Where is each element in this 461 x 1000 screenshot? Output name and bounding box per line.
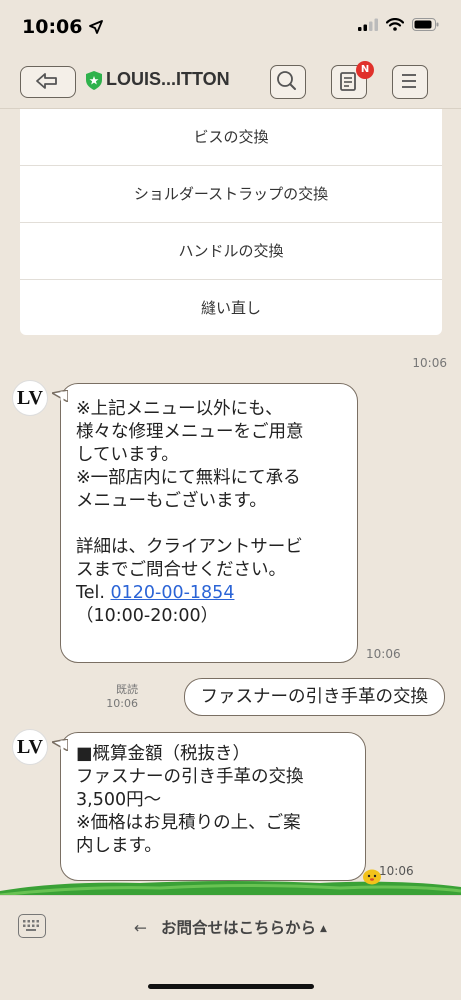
message-time: 10:06 — [412, 356, 447, 370]
read-label: 既読 — [116, 683, 138, 696]
message-line: スまでご問合せください。 — [76, 560, 286, 580]
message-line: 内します。 — [76, 836, 162, 856]
read-receipt: 既読 10:06 — [106, 683, 138, 711]
rich-menu-label: お問合せはこちらから — [161, 919, 317, 937]
bubble-tail — [52, 390, 68, 402]
message-line: ※一部店内にて無料にて承る — [76, 468, 301, 488]
message-line: （10:00-20:00） — [76, 606, 219, 626]
left-arrow-icon: ← — [134, 919, 148, 937]
chat-area[interactable]: ビスの交換 ショルダーストラップの交換 ハンドルの交換 縫い直し 10:06 L… — [0, 109, 461, 910]
message-line — [76, 513, 357, 536]
status-bar: 10:06 — [0, 0, 461, 56]
notification-badge: N — [356, 61, 374, 79]
message-line: 3,500円～ — [76, 790, 162, 810]
message-time: 10:06 — [366, 647, 401, 661]
search-button[interactable] — [270, 65, 306, 99]
message-line: メニューもございます。 — [76, 491, 267, 511]
message-line: 詳細は、クライアントサービ — [76, 537, 303, 557]
battery-icon — [412, 18, 439, 31]
avatar[interactable]: LV — [12, 729, 48, 765]
chat-title[interactable]: LOUIS...ITTON — [106, 69, 230, 90]
menu-option[interactable]: 縫い直し — [20, 280, 442, 336]
search-icon — [277, 71, 296, 90]
menu-option[interactable]: ショルダーストラップの交換 — [20, 166, 442, 223]
rich-menu-toggle[interactable]: ← お問合せはこちらから ▲ — [0, 916, 461, 938]
message-bubble: ※上記メニュー以外にも、 様々な修理メニューをご用意 しています。 ※一部店内に… — [52, 383, 358, 663]
back-arrow-icon — [36, 73, 57, 89]
location-arrow-icon — [89, 20, 104, 34]
message-line: ファスナーの引き手革の交換 — [76, 767, 304, 787]
tel-line: Tel. 0120-00-1854 — [76, 582, 357, 605]
message-line: しています。 — [76, 445, 179, 465]
shield-icon — [86, 71, 102, 90]
status-icons — [358, 18, 439, 31]
message-bubble: ■概算金額（税抜き） ファスナーの引き手革の交換 3,500円～ ※価格はお見積… — [52, 732, 366, 881]
message-line: ■概算金額（税抜き） — [76, 744, 251, 764]
menu-option[interactable]: ビスの交換 — [20, 109, 442, 166]
message-line: ※価格はお見積りの上、ご案 — [76, 813, 301, 833]
tel-label: Tel. — [76, 583, 111, 603]
signal-icon — [358, 18, 378, 31]
message-time: 10:06 — [379, 864, 414, 878]
repair-menu-card: ビスの交換 ショルダーストラップの交換 ハンドルの交換 縫い直し — [20, 109, 442, 335]
menu-option[interactable]: ハンドルの交換 — [20, 223, 442, 280]
message-line: ※上記メニュー以外にも、 — [76, 399, 283, 419]
menu-button[interactable] — [392, 65, 428, 99]
back-button[interactable] — [20, 66, 76, 98]
message-time: 10:06 — [106, 697, 138, 710]
avatar[interactable]: LV — [12, 380, 48, 416]
sent-message-bubble: ファスナーの引き手革の交換 — [183, 678, 445, 716]
wifi-icon — [386, 18, 404, 31]
notes-button[interactable]: N — [331, 61, 374, 99]
chat-header: LOUIS...ITTON N — [0, 56, 461, 109]
phone-link[interactable]: 0120-00-1854 — [110, 583, 234, 603]
home-indicator[interactable] — [148, 984, 314, 989]
message-line: 様々な修理メニューをご用意 — [76, 422, 304, 442]
bubble-tail — [52, 739, 68, 751]
caret-up-icon: ▲ — [320, 924, 327, 934]
menu-icon — [402, 74, 416, 88]
status-time: 10:06 — [22, 16, 104, 38]
